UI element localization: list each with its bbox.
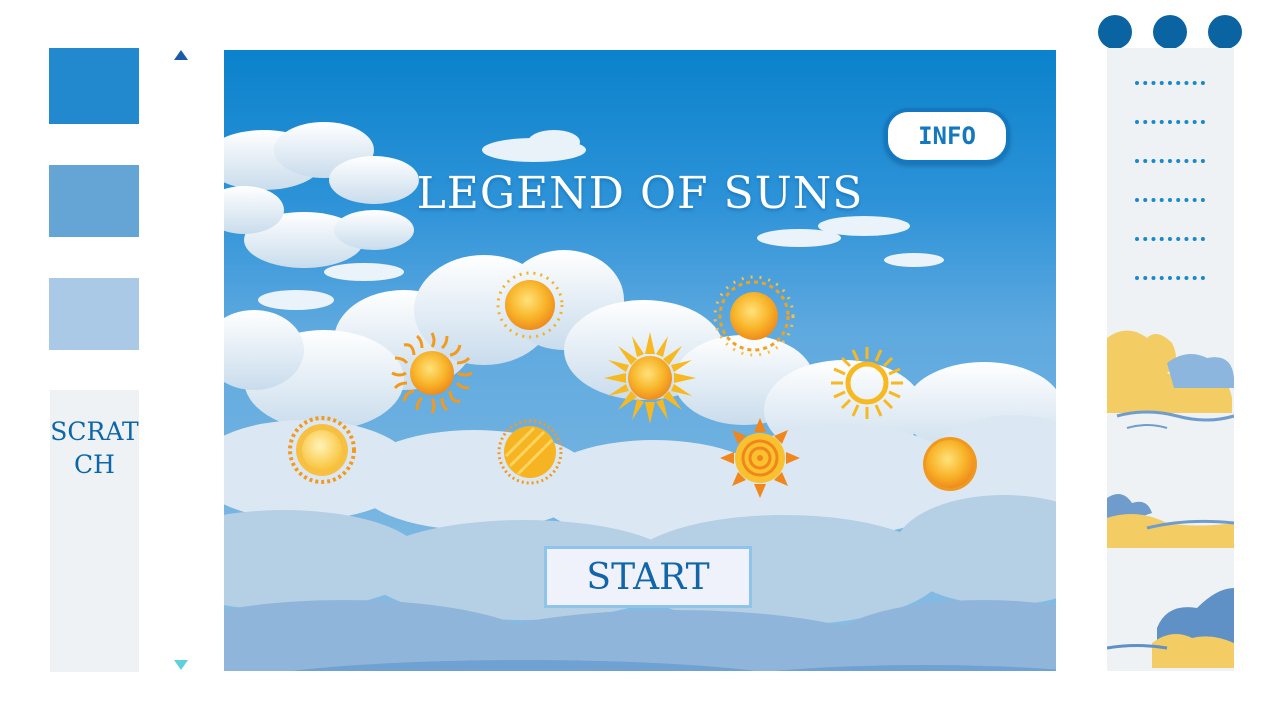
menu-item[interactable] xyxy=(1135,159,1205,163)
sun-wavy-rays-icon xyxy=(391,332,473,414)
decorative-clouds xyxy=(1107,330,1234,668)
golden-cloud-icon xyxy=(1107,330,1234,429)
menu-panel xyxy=(1107,48,1234,671)
game-screen: LEGEND OF SUNS INFO START xyxy=(224,50,1056,671)
scratch-label: SCRATCH xyxy=(50,417,139,479)
color-swatch-medium[interactable] xyxy=(49,165,139,237)
game-title: LEGEND OF SUNS xyxy=(416,168,864,219)
color-swatch-dark[interactable] xyxy=(49,48,139,124)
sun-plain-icon xyxy=(923,437,977,491)
info-button[interactable]: INFO xyxy=(884,108,1010,164)
circle-icon[interactable] xyxy=(1153,15,1187,49)
color-swatch-light[interactable] xyxy=(49,278,139,350)
menu-item[interactable] xyxy=(1135,81,1205,85)
scratch-panel: SCRATCH xyxy=(50,390,139,672)
vertical-scroll-axis[interactable] xyxy=(171,46,191,674)
menu-item[interactable] xyxy=(1135,237,1205,241)
golden-cloud-icon xyxy=(1107,588,1234,668)
golden-cloud-icon xyxy=(1107,494,1234,548)
sun-spiral-icon xyxy=(720,418,800,498)
arrow-up-icon xyxy=(174,50,188,60)
menu-item[interactable] xyxy=(1135,198,1205,202)
menu-item[interactable] xyxy=(1135,276,1205,280)
circle-icon[interactable] xyxy=(1208,15,1242,49)
menu-item[interactable] xyxy=(1135,120,1205,124)
start-button[interactable]: START xyxy=(544,546,752,608)
circle-icon[interactable] xyxy=(1098,15,1132,49)
arrow-down-icon xyxy=(174,660,188,670)
